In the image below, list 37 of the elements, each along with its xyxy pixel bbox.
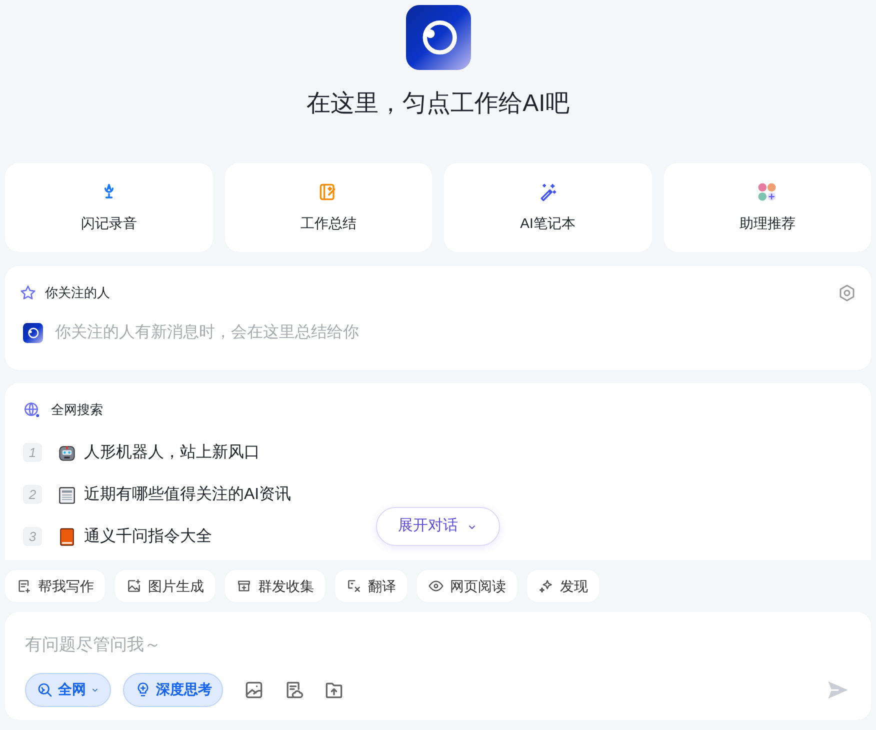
eye-icon [428, 578, 444, 594]
rank-number: 3 [23, 527, 42, 546]
tool-chip[interactable]: 网页阅读 [417, 570, 517, 602]
rank-number: 1 [23, 443, 42, 462]
search-suggestion[interactable]: 1 人形机器人，站上新风口 [23, 440, 853, 464]
tool-chip[interactable]: 帮我写作 [5, 570, 105, 602]
image-icon [126, 578, 142, 594]
avatar-grid-icon [756, 181, 778, 203]
mode-toggle[interactable]: 深度思考 [123, 672, 223, 706]
shortcut-card[interactable]: AI笔记本 [444, 163, 652, 252]
document-pen-icon [16, 578, 32, 594]
star-icon [19, 284, 37, 302]
section-title: 全网搜索 [51, 401, 103, 419]
expand-conversation-button[interactable]: 展开对话 [376, 507, 500, 546]
message-input-field[interactable]: 有问题尽管问我～ [25, 632, 851, 658]
shortcut-card[interactable]: 闪记录音 [5, 163, 212, 252]
app-logo-icon [23, 323, 43, 343]
sparkle-icon [538, 578, 554, 594]
shortcut-card[interactable]: 工作总结 [224, 163, 432, 252]
translate-icon [346, 578, 362, 594]
empty-message: 你关注的人有新消息时，会在这里总结给你 [55, 322, 359, 343]
rank-number: 2 [23, 485, 42, 504]
section-title: 你关注的人 [45, 284, 110, 302]
settings-button[interactable] [837, 283, 857, 303]
globe-icon [23, 400, 41, 419]
mode-toggle[interactable]: 全网 [25, 672, 111, 706]
tool-chip[interactable]: 群发收集 [225, 570, 325, 602]
settings-icon [837, 283, 857, 303]
search-suggestion[interactable]: 2 近期有哪些值得关注的AI资讯 [23, 482, 853, 506]
tool-chip[interactable]: 翻译 [335, 570, 407, 602]
shortcut-card[interactable]: 助理推荐 [664, 163, 871, 252]
page-title: 在这里，匀点工作给AI吧 [306, 89, 570, 119]
archive-box-icon [236, 578, 252, 594]
tool-chip[interactable]: 图片生成 [115, 570, 215, 602]
search-globe-icon [36, 680, 54, 698]
tool-chip[interactable]: 发现 [527, 570, 599, 602]
app-logo-icon [406, 5, 470, 70]
